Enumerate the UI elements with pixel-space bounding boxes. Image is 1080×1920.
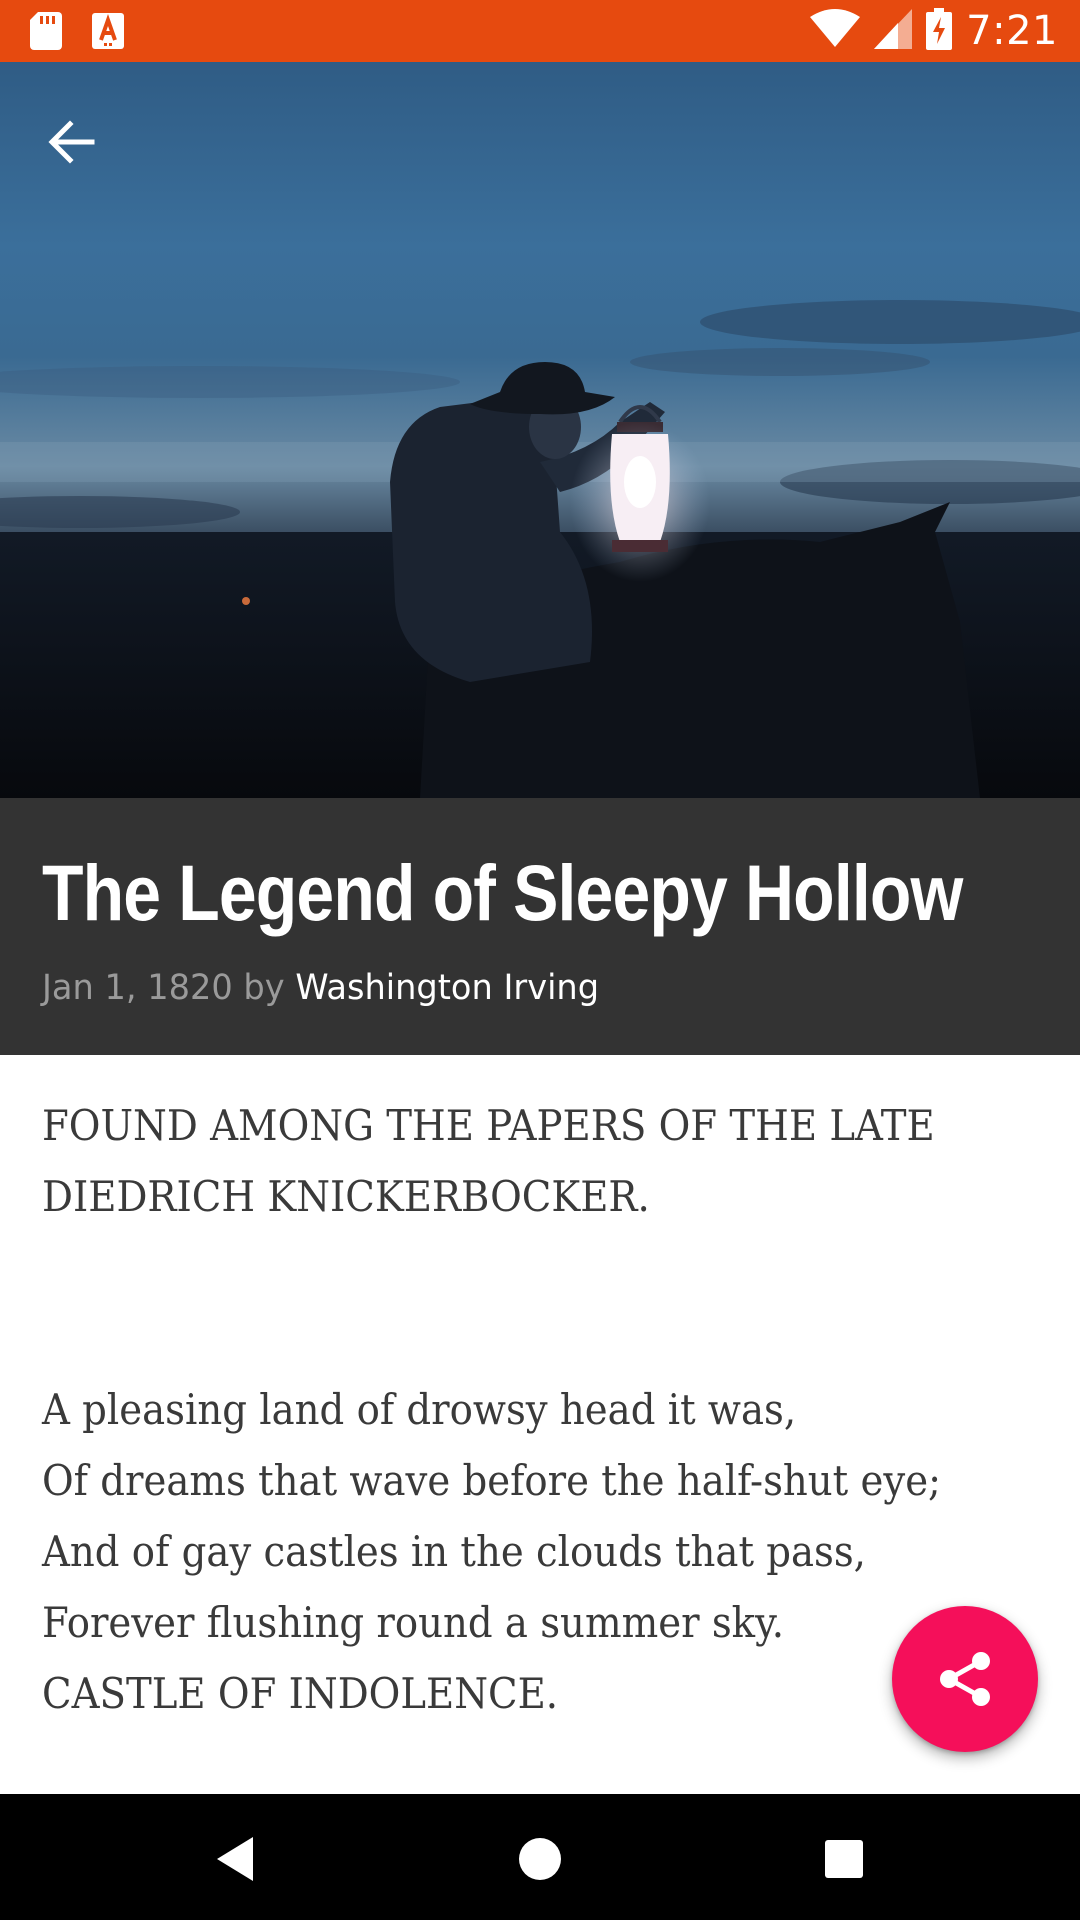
navigation-bar <box>0 1794 1080 1920</box>
hero-image <box>0 62 1080 798</box>
status-left <box>30 12 124 50</box>
back-triangle-icon <box>217 1837 253 1881</box>
a-notification-icon <box>92 13 124 49</box>
share-icon <box>940 1652 990 1706</box>
byline: Jan 1, 1820 by Washington Irving <box>42 968 599 1008</box>
poem-line: Forever flushing round a summer sky. <box>42 1598 785 1647</box>
recents-square-icon <box>825 1840 863 1878</box>
battery-charging-icon <box>926 8 953 54</box>
heading-line: FOUND AMONG THE PAPERS OF THE LATE <box>42 1101 935 1150</box>
poem-line: And of gay castles in the clouds that pa… <box>42 1527 866 1576</box>
poem-line: CASTLE OF INDOLENCE. <box>42 1669 559 1718</box>
by-label: by <box>243 968 285 1008</box>
home-circle-icon <box>519 1838 561 1880</box>
publish-date: Jan 1, 1820 <box>42 968 233 1008</box>
nav-back-button[interactable] <box>210 1834 260 1884</box>
heading-paragraph: FOUND AMONG THE PAPERS OF THE LATE DIEDR… <box>42 1090 962 1232</box>
share-button[interactable] <box>892 1606 1038 1752</box>
cell-signal-icon <box>874 9 913 53</box>
article-body: FOUND AMONG THE PAPERS OF THE LATE DIEDR… <box>42 1090 962 1729</box>
status-right: 7:21 <box>810 8 1058 54</box>
title-panel: The Legend of Sleepy Hollow Jan 1, 1820 … <box>0 798 1080 1055</box>
back-button[interactable] <box>42 112 102 172</box>
nav-recents-button[interactable] <box>819 1834 869 1884</box>
nav-home-button[interactable] <box>515 1834 565 1884</box>
heading-line: DIEDRICH KNICKERBOCKER. <box>42 1172 650 1221</box>
poem-paragraph: A pleasing land of drowsy head it was, O… <box>42 1374 962 1729</box>
status-bar: 7:21 <box>0 0 1080 62</box>
poem-line: A pleasing land of drowsy head it was, <box>42 1385 797 1434</box>
wifi-icon <box>810 9 861 53</box>
screen: 7:21 The Legend of Sleepy Hollow Jan 1, … <box>0 0 1080 1920</box>
author-name[interactable]: Washington Irving <box>295 968 599 1008</box>
status-time: 7:21 <box>966 8 1058 54</box>
article-title: The Legend of Sleepy Hollow <box>42 848 963 937</box>
poem-line: Of dreams that wave before the half-shut… <box>42 1456 942 1505</box>
arrow-back-icon <box>48 120 95 164</box>
sd-card-icon <box>30 12 62 50</box>
